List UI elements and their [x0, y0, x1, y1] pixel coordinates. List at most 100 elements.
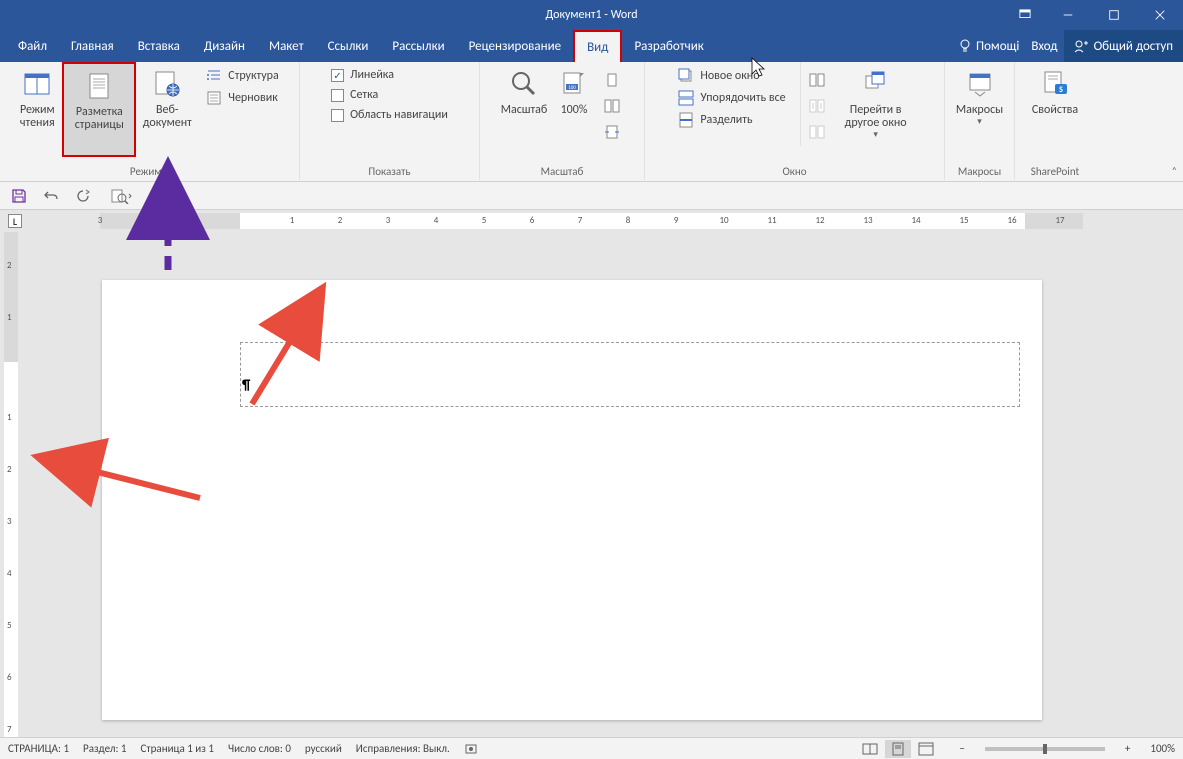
reset-position-icon [809, 124, 825, 140]
draft-icon [206, 90, 222, 106]
tab-design[interactable]: Дизайн [192, 30, 257, 62]
zoom-button[interactable]: Масштаб [496, 62, 552, 157]
zoom-out-button[interactable]: − [953, 742, 970, 755]
draft-button[interactable]: Черновик [206, 90, 278, 106]
checkbox-icon [331, 109, 344, 122]
group-macros-label: Макросы [945, 165, 1014, 178]
print-layout-icon [83, 70, 115, 102]
macros-button[interactable]: Макросы ▾ [947, 62, 1013, 157]
window-controls [1005, 0, 1183, 30]
collapse-ribbon-button[interactable]: ˄ [1172, 164, 1177, 177]
ruler-checkbox[interactable]: ✓ Линейка [331, 68, 448, 82]
tab-review[interactable]: Рецензирование [457, 30, 573, 62]
dropdown-caret-icon: ▾ [873, 130, 878, 140]
group-zoom: Масштаб 100 100% Масштаб [480, 62, 645, 180]
zoom-100-button[interactable]: 100 100% [552, 62, 596, 157]
multiple-pages-icon [604, 98, 620, 114]
multiple-pages-button[interactable] [604, 98, 620, 114]
status-section[interactable]: Раздел: 1 [83, 742, 126, 755]
share-icon [1074, 39, 1088, 53]
sync-scroll-button[interactable] [809, 98, 825, 114]
split-button[interactable]: Разделить [678, 112, 785, 128]
zoom-100-icon: 100 [558, 68, 590, 100]
tab-references[interactable]: Ссылки [316, 30, 381, 62]
window-title: Документ1 - Word [545, 8, 637, 22]
print-layout-button[interactable]: Разметка страницы [62, 62, 136, 157]
tab-home[interactable]: Главная [59, 30, 126, 62]
redo-button[interactable] [74, 187, 92, 205]
group-views: Режим чтения Разметка страницы Веб-докум… [0, 62, 300, 180]
group-zoom-label: Масштаб [480, 165, 644, 178]
tab-insert[interactable]: Вставка [126, 30, 192, 62]
switch-windows-button[interactable]: Перейти в другое окно ▾ [833, 62, 919, 157]
read-mode-shortcut[interactable] [857, 740, 883, 758]
lightbulb-icon [958, 39, 972, 53]
status-language[interactable]: русский [305, 742, 342, 755]
minimize-button[interactable] [1045, 0, 1091, 30]
page-width-button[interactable] [604, 124, 620, 140]
print-layout-shortcut[interactable] [885, 740, 911, 758]
status-page[interactable]: СТРАНИЦА: 1 [8, 742, 69, 755]
web-layout-button[interactable]: Веб-документ [136, 62, 198, 157]
text-box[interactable] [240, 342, 1020, 407]
properties-icon: S [1039, 68, 1071, 100]
macro-record-icon [464, 742, 478, 756]
paragraph-mark: ¶ [242, 376, 250, 393]
share-button[interactable]: Общий доступ [1064, 30, 1183, 62]
tab-mailings[interactable]: Рассылки [380, 30, 456, 62]
web-layout-icon [151, 68, 183, 100]
status-page-of[interactable]: Страница 1 из 1 [141, 742, 214, 755]
tab-selector[interactable]: L [0, 210, 100, 232]
zoom-icon [508, 68, 540, 100]
read-mode-button[interactable]: Режим чтения [12, 62, 62, 157]
checkbox-checked-icon: ✓ [331, 69, 344, 82]
ribbon-display-options-button[interactable] [1005, 0, 1045, 30]
navigation-pane-checkbox[interactable]: Область навигации [331, 108, 448, 122]
web-layout-shortcut[interactable] [913, 740, 939, 758]
view-side-by-side-button[interactable] [809, 72, 825, 88]
tab-view[interactable]: Вид [573, 30, 622, 62]
zoom-in-button[interactable]: + [1119, 742, 1136, 755]
macro-recording-button[interactable] [464, 742, 478, 756]
horizontal-ruler[interactable]: 3211234567891011121314151617 [100, 213, 1083, 229]
new-window-icon [678, 68, 694, 84]
ribbon-tabs: Файл Главная Вставка Дизайн Макет Ссылки… [0, 30, 1183, 62]
redo-icon [75, 188, 91, 204]
properties-button[interactable]: S Свойства [1017, 62, 1093, 157]
undo-button[interactable] [42, 187, 60, 205]
one-page-button[interactable] [604, 72, 620, 88]
svg-text:S: S [1059, 85, 1063, 95]
print-preview-button[interactable] [106, 187, 136, 205]
page-scroll[interactable]: ¶ [22, 232, 1183, 737]
outline-button[interactable]: Структура [206, 68, 278, 84]
vertical-ruler[interactable]: 211234567 [0, 232, 22, 737]
tell-me-button[interactable]: Помощі [952, 30, 1025, 62]
zoom-slider[interactable] [985, 747, 1105, 751]
titlebar: Документ1 - Word [0, 0, 1183, 30]
page-width-icon [604, 124, 620, 140]
tab-layout[interactable]: Макет [257, 30, 316, 62]
status-word-count[interactable]: Число слов: 0 [228, 742, 291, 755]
sync-scroll-icon [809, 98, 825, 114]
side-by-side-icon [809, 72, 825, 88]
maximize-button[interactable] [1091, 0, 1137, 30]
dropdown-caret-icon: ▾ [977, 117, 982, 127]
group-window-label: Окно [645, 165, 944, 178]
ribbon-view: Режим чтения Разметка страницы Веб-докум… [0, 62, 1183, 182]
new-window-button[interactable]: Новое окно [678, 68, 785, 84]
view-shortcut-buttons [857, 740, 939, 758]
close-button[interactable] [1137, 0, 1183, 30]
reset-position-button[interactable] [809, 124, 825, 140]
tab-developer[interactable]: Разработчик [622, 30, 715, 62]
status-track-changes[interactable]: Исправления: Выкл. [356, 742, 450, 755]
login-button[interactable]: Вход [1025, 30, 1063, 62]
status-bar: СТРАНИЦА: 1 Раздел: 1 Страница 1 из 1 Чи… [0, 737, 1183, 759]
group-window: Новое окно Упорядочить все Разделить [645, 62, 945, 180]
gridlines-checkbox[interactable]: Сетка [331, 88, 448, 102]
macros-icon [964, 68, 996, 100]
save-button[interactable] [10, 187, 28, 205]
document-page[interactable]: ¶ [102, 280, 1042, 720]
zoom-level[interactable]: 100% [1150, 742, 1175, 755]
tab-file[interactable]: Файл [6, 30, 59, 62]
arrange-all-button[interactable]: Упорядочить все [678, 90, 785, 106]
